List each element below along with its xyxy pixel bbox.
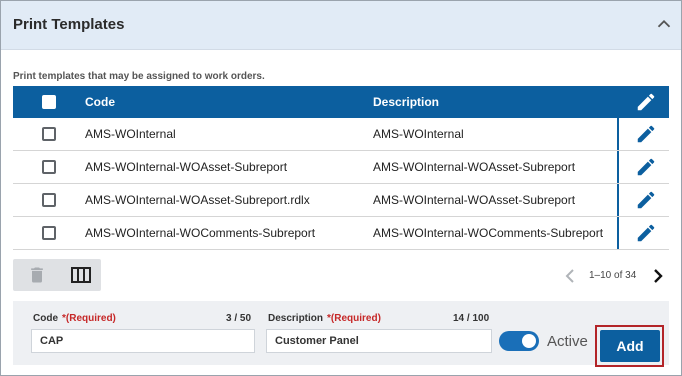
cell-code: AMS-WOInternal-WOAsset-Subreport: [85, 160, 288, 174]
active-toggle[interactable]: [499, 331, 539, 351]
chevron-up-icon[interactable]: [653, 13, 675, 35]
column-header-code[interactable]: Code: [85, 95, 115, 109]
cell-description: AMS-WOInternal-WOAsset-Subreport: [373, 160, 576, 174]
code-input[interactable]: [31, 329, 255, 353]
templates-table: Code Description AMS-WOInternal AMS-WOIn…: [13, 86, 669, 250]
column-divider: [617, 151, 619, 183]
print-templates-panel: Print Templates Print templates that may…: [0, 0, 682, 376]
pencil-icon[interactable]: [635, 123, 657, 145]
description-input[interactable]: [266, 329, 492, 353]
pencil-icon[interactable]: [635, 189, 657, 211]
select-all-checkbox[interactable]: [42, 95, 56, 109]
pencil-icon[interactable]: [635, 222, 657, 244]
cell-description: AMS-WOInternal-WOComments-Subreport: [373, 226, 604, 240]
trash-icon[interactable]: [27, 265, 47, 285]
panel-subtitle: Print templates that may be assigned to …: [13, 71, 265, 82]
chevron-right-icon[interactable]: [651, 268, 665, 284]
pencil-icon[interactable]: [635, 91, 657, 113]
cell-description: AMS-WOInternal: [373, 127, 464, 141]
row-checkbox[interactable]: [42, 193, 56, 207]
code-label: Code *(Required): [33, 313, 116, 324]
cell-description: AMS-WOInternal-WOAsset-Subreport: [373, 193, 576, 207]
pagination-range: 1–10 of 34: [589, 270, 637, 281]
code-required-label: *(Required): [62, 313, 116, 324]
cell-code: AMS-WOInternal-WOComments-Subreport: [85, 226, 316, 240]
table-row[interactable]: AMS-WOInternal AMS-WOInternal: [13, 118, 669, 151]
table-row[interactable]: AMS-WOInternal-WOAsset-Subreport.rdlx AM…: [13, 184, 669, 217]
panel-header[interactable]: Print Templates: [1, 1, 681, 50]
description-char-count: 14 / 100: [453, 313, 490, 324]
toggle-knob: [522, 334, 536, 348]
column-divider: [617, 118, 619, 150]
column-divider: [617, 184, 619, 216]
column-divider: [617, 217, 619, 249]
code-char-count: 3 / 50: [226, 313, 252, 324]
description-required-label: *(Required): [327, 313, 381, 324]
table-row[interactable]: AMS-WOInternal-WOComments-Subreport AMS-…: [13, 217, 669, 250]
row-checkbox[interactable]: [42, 226, 56, 240]
cell-code: AMS-WOInternal: [85, 127, 176, 141]
row-checkbox[interactable]: [42, 160, 56, 174]
columns-icon[interactable]: [71, 266, 91, 284]
table-row[interactable]: AMS-WOInternal-WOAsset-Subreport AMS-WOI…: [13, 151, 669, 184]
table-toolbar: [13, 259, 101, 291]
column-header-description[interactable]: Description: [373, 95, 439, 109]
chevron-left-icon[interactable]: [563, 268, 577, 284]
table-header: Code Description: [13, 86, 669, 118]
active-label: Active: [547, 333, 588, 350]
add-button[interactable]: Add: [600, 330, 660, 362]
add-template-form: Code*(Required) 3 / 50 Description*(Requ…: [13, 301, 669, 367]
cell-code: AMS-WOInternal-WOAsset-Subreport.rdlx: [85, 193, 310, 207]
description-label: Description *(Required): [268, 313, 381, 324]
row-checkbox[interactable]: [42, 127, 56, 141]
pencil-icon[interactable]: [635, 156, 657, 178]
panel-title: Print Templates: [13, 16, 125, 33]
